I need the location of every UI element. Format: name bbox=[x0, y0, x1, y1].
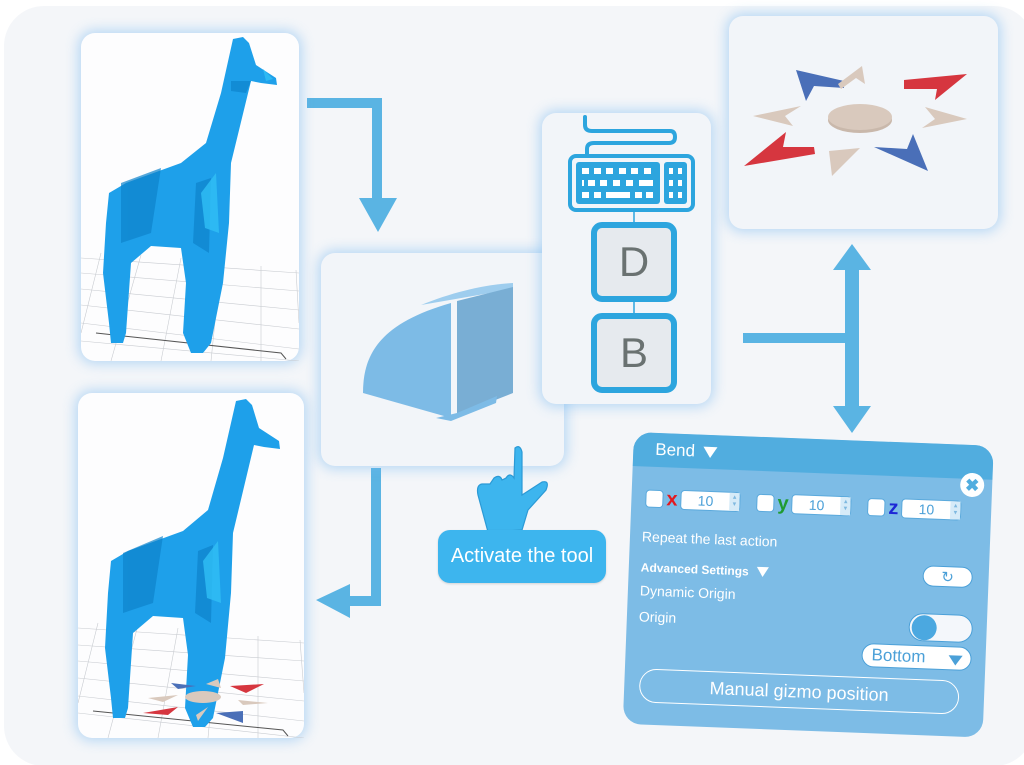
axis-y-label: y bbox=[777, 492, 790, 515]
key-d: D bbox=[618, 238, 650, 285]
axis-x-label: x bbox=[666, 488, 678, 511]
giraffe-with-gizmo-image bbox=[78, 399, 304, 738]
chevron-down-icon bbox=[702, 446, 718, 458]
repeat-label: Repeat the last action bbox=[641, 528, 778, 550]
advanced-settings-label: Advanced Settings bbox=[640, 560, 750, 579]
arrow-to-tool bbox=[307, 98, 397, 232]
chevron-down-icon bbox=[756, 566, 769, 578]
axis-z-checkbox[interactable] bbox=[867, 498, 886, 517]
bend-panel-title: Bend bbox=[654, 439, 696, 461]
monitor-icon bbox=[363, 283, 513, 421]
activate-tool-button[interactable]: Activate the tool bbox=[438, 530, 606, 583]
origin-label: Origin bbox=[638, 608, 677, 626]
bend-gizmo-image bbox=[744, 66, 967, 176]
toggle-knob bbox=[911, 614, 938, 641]
dynamic-origin-label: Dynamic Origin bbox=[639, 582, 736, 603]
axis-z-label: z bbox=[888, 496, 899, 520]
chevron-down-icon bbox=[948, 655, 963, 666]
gizmo-card bbox=[729, 16, 998, 229]
arrow-bidirectional bbox=[743, 244, 871, 433]
axis-y-checkbox[interactable] bbox=[756, 493, 775, 513]
manual-gizmo-button[interactable]: Manual gizmo position bbox=[638, 668, 960, 715]
axis-y-group: y 10 ▲ ▼ bbox=[756, 493, 852, 517]
refresh-icon: ↻ bbox=[941, 568, 955, 586]
axis-z-input[interactable]: 10 ▲ ▼ bbox=[901, 498, 962, 521]
origin-value: Bottom bbox=[871, 645, 926, 667]
close-button[interactable]: ✖ bbox=[959, 472, 985, 498]
keyboard-shortcut-card: D B bbox=[542, 113, 711, 404]
repeat-button[interactable]: ↻ bbox=[922, 565, 974, 589]
axis-x-input[interactable]: 10 ▲ ▼ bbox=[680, 489, 741, 513]
advanced-settings-toggle[interactable]: Advanced Settings bbox=[641, 560, 769, 579]
arrow-to-result bbox=[316, 468, 381, 618]
dynamic-origin-toggle[interactable] bbox=[908, 612, 974, 644]
giraffe-model-image bbox=[81, 37, 299, 361]
giraffe-model-card bbox=[81, 33, 299, 361]
giraffe-with-gizmo-card bbox=[78, 393, 304, 738]
axis-y-value: 10 bbox=[808, 496, 825, 514]
axis-x-group: x 10 ▲ ▼ bbox=[645, 488, 741, 513]
bend-tool-card bbox=[321, 253, 564, 466]
hand-pointer-icon bbox=[476, 446, 548, 533]
bend-panel: Bend ✖ x 10 ▲ ▼ y 10 ▲ ▼ z 10 ▲ ▼ Repeat… bbox=[622, 432, 994, 738]
axis-z-value: 10 bbox=[918, 500, 935, 518]
axis-x-spinner[interactable]: ▲ ▼ bbox=[729, 492, 740, 512]
axis-x-checkbox[interactable] bbox=[645, 489, 664, 509]
close-icon: ✖ bbox=[964, 475, 980, 495]
axis-y-input[interactable]: 10 ▲ ▼ bbox=[791, 494, 852, 517]
key-b: B bbox=[619, 329, 648, 376]
axis-z-spinner[interactable]: ▲ ▼ bbox=[950, 501, 961, 520]
axis-x-value: 10 bbox=[697, 492, 714, 510]
axis-y-spinner[interactable]: ▲ ▼ bbox=[840, 496, 851, 516]
axis-row: x 10 ▲ ▼ y 10 ▲ ▼ z 10 ▲ ▼ bbox=[645, 488, 978, 521]
axis-z-group: z 10 ▲ ▼ bbox=[867, 497, 962, 521]
origin-dropdown[interactable]: Bottom bbox=[861, 642, 972, 672]
